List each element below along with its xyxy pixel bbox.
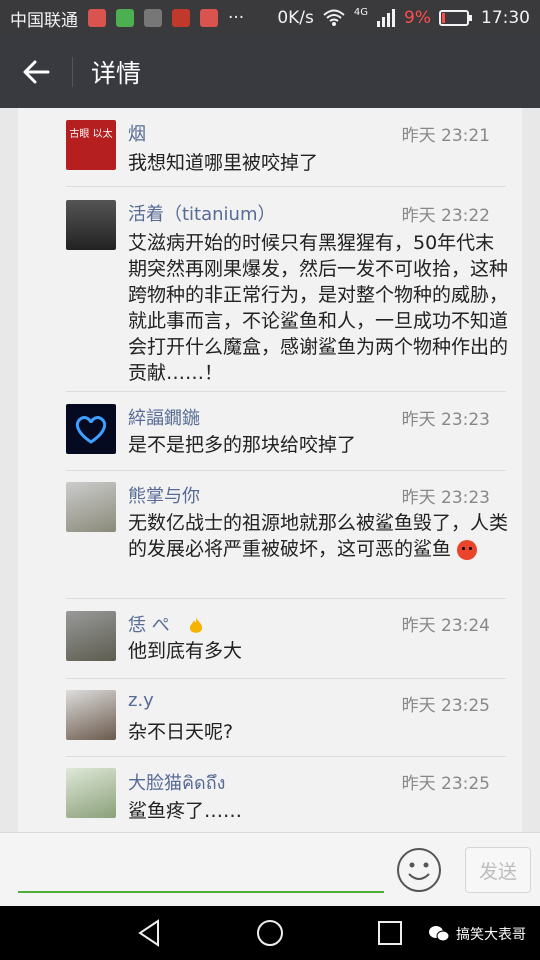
title-bar: 详情: [0, 36, 540, 108]
comment-text: 他到底有多大: [128, 640, 243, 662]
comment-divider: [66, 756, 506, 757]
navigation-bar: 搞笑大表哥: [0, 906, 540, 960]
avatar[interactable]: [66, 768, 116, 818]
comment-text: 是不是把多的那块给咬掉了: [128, 434, 357, 456]
title-divider: [72, 57, 73, 87]
recent-apps-nav-icon[interactable]: [376, 918, 404, 948]
comment-time: 昨天 23:23: [401, 410, 490, 430]
comment-time: 昨天 23:25: [401, 774, 490, 794]
comment-author-text: 恁 ぺ: [128, 615, 170, 636]
comment-author[interactable]: 烟: [128, 120, 146, 146]
comment-author[interactable]: 綷諨鐗鍦: [128, 404, 200, 430]
app-notification-icon: [88, 9, 106, 27]
battery-percent: 9%: [404, 8, 431, 28]
comment-time: 昨天 23:21: [401, 126, 490, 146]
comment-text: 鲨鱼疼了……: [128, 800, 243, 822]
signal-icon: [377, 9, 396, 27]
avatar[interactable]: [66, 611, 116, 661]
comment-time: 昨天 23:24: [401, 616, 490, 636]
input-bar: 发送: [0, 832, 540, 906]
comment-text: 无数亿战士的祖源地就那么被鲨鱼毁了，人类的发展必将严重被破坏，这可恶的鲨鱼: [128, 510, 508, 562]
comment-text: 艾滋病开始的时候只有黑猩猩有，50年代末期突然再刚果爆发，然后一发不可收拾，这种…: [128, 232, 509, 384]
comment-time: 昨天 23:22: [401, 206, 490, 226]
watermark-text: 搞笑大表哥: [456, 927, 526, 943]
wechat-logo-icon: [429, 926, 450, 942]
back-arrow-icon: [23, 60, 50, 84]
back-nav-icon[interactable]: [136, 918, 164, 948]
avatar[interactable]: 古眼 以太: [66, 120, 116, 170]
comment-text-body: 无数亿战士的祖源地就那么被鲨鱼毁了，人类的发展必将严重被破坏，这可恶的鲨鱼: [128, 512, 509, 560]
heart-logo-icon: [75, 416, 107, 444]
comment-divider: [66, 598, 506, 599]
comment-input[interactable]: [18, 843, 384, 891]
gallery-icon: [144, 9, 162, 27]
comment-divider: [66, 186, 506, 187]
avatar[interactable]: [66, 200, 116, 250]
comment-time: 昨天 23:25: [401, 696, 490, 716]
avatar[interactable]: [66, 690, 116, 740]
comment-divider: [66, 678, 506, 679]
angry-face-icon: [457, 539, 478, 560]
network-type: 4G: [353, 6, 369, 18]
send-button[interactable]: 发送: [465, 847, 531, 893]
clock: 17:30: [481, 8, 530, 28]
comment-author[interactable]: z.y: [128, 690, 154, 711]
avatar[interactable]: [66, 482, 116, 532]
comment-time: 昨天 23:23: [401, 488, 490, 508]
weibo-icon: [200, 9, 218, 27]
page-title: 详情: [91, 59, 142, 88]
home-nav-icon[interactable]: [255, 918, 285, 948]
comment-author[interactable]: 熊掌与你: [128, 482, 200, 508]
wifi-icon: [323, 9, 345, 26]
avatar-logo-text: 古眼 以太: [69, 129, 113, 140]
avatar[interactable]: [66, 404, 116, 454]
battery-icon: [439, 10, 472, 26]
comment-text: 我想知道哪里被咬掉了: [128, 152, 319, 174]
comment-text: 杂不日天呢?: [128, 721, 234, 743]
comment-author[interactable]: 活着（titanium）: [128, 200, 276, 226]
comment-divider: [66, 391, 506, 392]
app-icon: [172, 9, 190, 27]
comment-divider: [66, 470, 506, 471]
fire-icon: [190, 617, 203, 633]
comment-list[interactable]: 古眼 以太 烟 昨天 23:21 我想知道哪里被咬掉了 活着（titanium）…: [18, 108, 522, 832]
watermark: 搞笑大表哥: [428, 924, 526, 944]
status-bar: 中国联通 ··· 0K/s 4G 9% 17:30: [0, 0, 540, 36]
back-button[interactable]: [0, 36, 72, 108]
smiley-icon: [397, 848, 441, 892]
comment-author[interactable]: 大脸猫คิดถึง: [128, 768, 225, 797]
network-speed: 0K/s: [277, 8, 314, 28]
carrier-label: 中国联通: [10, 10, 78, 31]
wechat-icon: [116, 9, 134, 27]
more-notifications: ···: [228, 8, 245, 28]
emoji-button[interactable]: [396, 847, 442, 893]
input-underline: [18, 891, 384, 893]
comment-author[interactable]: 恁 ぺ: [128, 611, 205, 637]
